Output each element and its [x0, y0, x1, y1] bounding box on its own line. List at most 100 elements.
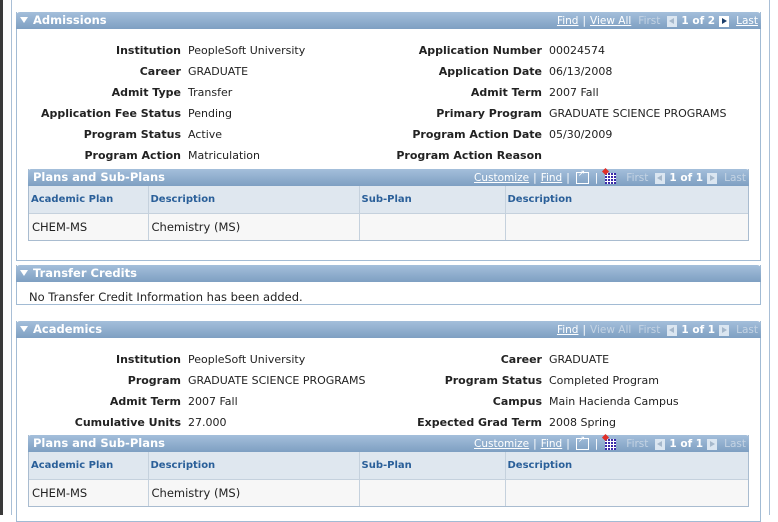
- plans-grid-header: Plans and Sub-Plans Customize | Find | |…: [28, 169, 749, 186]
- field-label: Program: [127, 374, 181, 387]
- column-header-sub-plan-description[interactable]: Description: [505, 186, 748, 214]
- customize-link[interactable]: Customize: [474, 438, 529, 450]
- separator: |: [533, 172, 537, 184]
- section-title: Academics: [33, 322, 103, 336]
- collapse-triangle-icon[interactable]: [20, 17, 28, 23]
- row-count: 1 of 1: [681, 324, 716, 336]
- field-label: Admit Term: [470, 86, 542, 99]
- find-link[interactable]: Find: [557, 15, 579, 27]
- field-value: 2007 Fall: [188, 395, 238, 408]
- grid-title: Plans and Sub-Plans: [33, 436, 165, 450]
- admissions-nav: Find | View All First 1 of 2 Last: [557, 15, 758, 27]
- plans-grid-header: Plans and Sub-Plans Customize | Find | |…: [28, 435, 749, 452]
- first-link: First: [626, 438, 649, 450]
- column-header-sub-plan-description[interactable]: Description: [505, 452, 748, 480]
- field-label: Application Date: [438, 65, 542, 78]
- cell-academic-plan: CHEM-MS: [29, 213, 149, 240]
- field-value: PeopleSoft University: [188, 44, 306, 57]
- view-all-zoom-icon[interactable]: [575, 169, 589, 184]
- next-arrow-icon: [707, 172, 718, 184]
- view-all-link: View All: [590, 324, 632, 336]
- column-header-description[interactable]: Description: [148, 186, 360, 214]
- table-row: CHEM-MS Chemistry (MS): [29, 213, 748, 240]
- cell-description: Chemistry (MS): [148, 213, 360, 240]
- field-value: PeopleSoft University: [188, 353, 306, 366]
- last-link: Last: [724, 438, 746, 450]
- column-header-description[interactable]: Description: [148, 452, 360, 480]
- field-value: 2007 Fall: [549, 86, 599, 99]
- separator: |: [566, 438, 570, 450]
- collapse-triangle-icon[interactable]: [20, 326, 28, 332]
- plans-table: Academic Plan Description Sub-Plan Descr…: [29, 452, 748, 506]
- transfer-credits-header[interactable]: Transfer Credits: [16, 265, 761, 282]
- field-label: Institution: [115, 353, 181, 366]
- field-label: Expected Grad Term: [417, 416, 542, 429]
- field-label: Program Status: [444, 374, 542, 387]
- view-all-zoom-icon[interactable]: [575, 435, 589, 450]
- column-header-sub-plan[interactable]: Sub-Plan: [359, 186, 506, 214]
- separator: |: [594, 172, 599, 184]
- column-header-academic-plan[interactable]: Academic Plan: [29, 186, 149, 214]
- separator: |: [582, 324, 587, 336]
- field-value: Pending: [188, 107, 232, 120]
- find-link[interactable]: Find: [541, 438, 563, 450]
- admissions-header[interactable]: Admissions Find | View All First 1 of 2 …: [16, 12, 761, 29]
- admissions-section: Admissions Find | View All First 1 of 2 …: [16, 12, 761, 261]
- field-value: Completed Program: [549, 374, 659, 387]
- field-value: 27.000: [188, 416, 227, 429]
- column-header-academic-plan[interactable]: Academic Plan: [29, 452, 149, 480]
- field-value: Transfer: [188, 86, 233, 99]
- last-link: Last: [724, 172, 746, 184]
- academics-plans-grid: Plans and Sub-Plans Customize | Find | |…: [28, 435, 749, 507]
- section-title: Admissions: [33, 13, 107, 27]
- download-grid-icon[interactable]: [605, 172, 617, 184]
- separator: |: [582, 15, 587, 27]
- download-grid-icon[interactable]: [605, 438, 617, 450]
- plans-table: Academic Plan Description Sub-Plan Descr…: [29, 186, 748, 240]
- admissions-plans-grid: Plans and Sub-Plans Customize | Find | |…: [28, 169, 749, 241]
- field-label: Program Action Reason: [396, 149, 542, 162]
- academics-section: Academics Find | View All First 1 of 1 L…: [16, 321, 761, 522]
- find-link[interactable]: Find: [541, 172, 563, 184]
- field-label: Application Number: [418, 44, 542, 57]
- cell-sub-plan-description: [505, 479, 748, 506]
- last-link[interactable]: Last: [736, 15, 758, 27]
- customize-link[interactable]: Customize: [474, 172, 529, 184]
- cell-description: Chemistry (MS): [148, 479, 360, 506]
- cell-sub-plan: [359, 479, 506, 506]
- previous-arrow-icon: [667, 324, 678, 336]
- first-link: First: [638, 324, 661, 336]
- last-link: Last: [736, 324, 758, 336]
- next-arrow-icon[interactable]: [719, 15, 730, 27]
- academics-header[interactable]: Academics Find | View All First 1 of 1 L…: [16, 321, 761, 338]
- row-count: 1 of 1: [669, 438, 704, 450]
- field-label: Career: [500, 353, 542, 366]
- field-value: GRADUATE SCIENCE PROGRAMS: [549, 107, 727, 120]
- field-label: Career: [139, 65, 181, 78]
- page-border-right: [769, 0, 770, 515]
- field-label: Program Action Date: [412, 128, 542, 141]
- field-value: 05/30/2009: [549, 128, 613, 141]
- window-edge: [0, 0, 3, 515]
- column-header-sub-plan[interactable]: Sub-Plan: [359, 452, 506, 480]
- cell-academic-plan: CHEM-MS: [29, 479, 149, 506]
- page-border-left: [11, 0, 12, 515]
- no-transfer-credit-message: No Transfer Credit Information has been …: [29, 290, 303, 304]
- field-label: Institution: [115, 44, 181, 57]
- section-title: Transfer Credits: [33, 266, 137, 280]
- field-value: GRADUATE SCIENCE PROGRAMS: [188, 374, 366, 387]
- collapse-triangle-icon[interactable]: [20, 270, 28, 276]
- row-count: 1 of 2: [681, 15, 716, 27]
- view-all-link[interactable]: View All: [590, 15, 631, 27]
- field-value: 00024574: [549, 44, 605, 57]
- previous-arrow-icon: [655, 172, 666, 184]
- row-count: 1 of 1: [669, 172, 704, 184]
- next-arrow-icon: [707, 438, 718, 450]
- cell-sub-plan: [359, 213, 506, 240]
- field-label: Primary Program: [436, 107, 542, 120]
- table-header-row: Academic Plan Description Sub-Plan Descr…: [29, 452, 748, 480]
- find-link[interactable]: Find: [557, 324, 579, 336]
- field-label: Program Status: [83, 128, 181, 141]
- next-arrow-icon: [719, 324, 730, 336]
- plans-grid-nav: Customize | Find | | First 1 of 1 Last: [474, 169, 746, 184]
